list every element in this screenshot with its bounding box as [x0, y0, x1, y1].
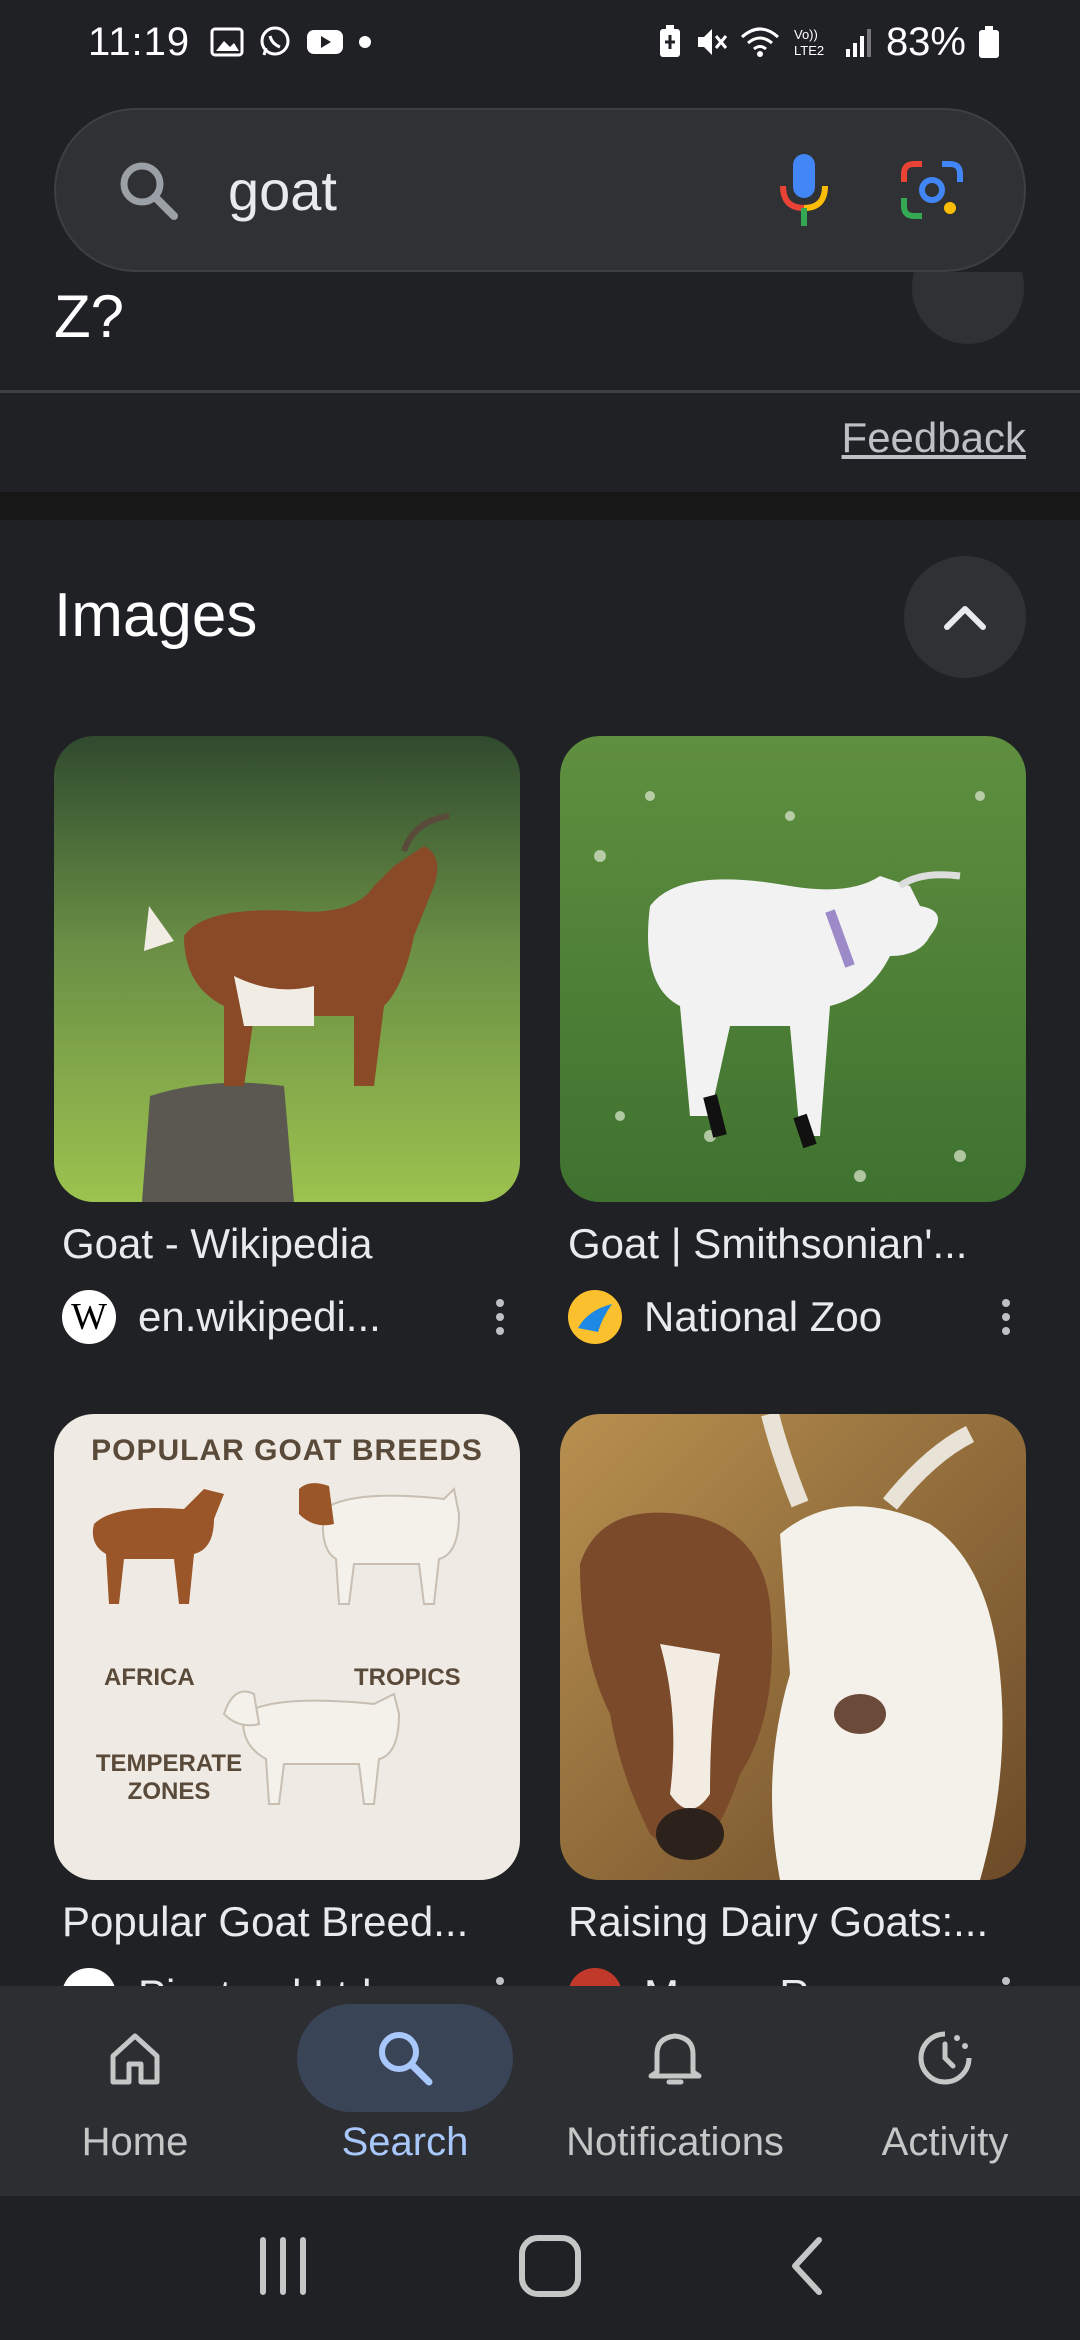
nav-notifications[interactable]: Notifications: [540, 1986, 810, 2196]
nav-activity-label: Activity: [881, 2120, 1009, 2164]
more-options-icon[interactable]: [986, 1299, 1026, 1335]
back-icon[interactable]: [787, 2234, 827, 2303]
goat-wikipedia-thumbnail[interactable]: [54, 736, 520, 1202]
collapse-images-button[interactable]: [904, 556, 1026, 678]
infographic-label-temperate: TEMPERATE ZONES: [95, 1750, 243, 1805]
nav-home-label: Home: [81, 2120, 189, 2164]
divider: [0, 390, 1080, 393]
image-result-title[interactable]: Popular Goat Breed...: [54, 1898, 520, 1946]
goat-smithsonian-thumbnail[interactable]: [560, 736, 1026, 1202]
dairy-goats-thumbnail[interactable]: [560, 1414, 1026, 1880]
home-button-icon[interactable]: [518, 2234, 582, 2303]
expand-button[interactable]: [912, 272, 1024, 344]
image-result-card[interactable]: Goat - Wikipedia W en.wikipedi...: [54, 736, 520, 1344]
system-icons: Vo)) LTE2 83%: [658, 20, 1000, 65]
whatsapp-icon: [258, 25, 292, 59]
image-result-source: National Zoo: [560, 1290, 1026, 1344]
infographic: POPULAR GOAT BREEDS AFRICA TROPICS TEMPE…: [54, 1414, 520, 1880]
infographic-label-africa: AFRICA: [104, 1664, 195, 1691]
nav-search[interactable]: Search: [270, 1986, 540, 2196]
home-icon: [110, 2033, 160, 2085]
wifi-icon: [740, 25, 780, 59]
nav-activity[interactable]: Activity: [810, 1986, 1080, 2196]
battery-icon: [978, 25, 1000, 59]
search-input[interactable]: goat: [228, 158, 778, 223]
battery-percent: 83%: [885, 19, 966, 64]
nav-home[interactable]: Home: [0, 1986, 270, 2196]
truncated-question-text: Z?: [54, 283, 125, 350]
national-zoo-icon: [568, 1290, 622, 1344]
image-result-card[interactable]: Goat | Smithsonian'... National Zoo: [560, 736, 1026, 1344]
mic-icon[interactable]: [778, 152, 830, 228]
search-icon: [379, 2032, 433, 2086]
nav-search-label: Search: [341, 2120, 469, 2164]
nav-notifications-label: Notifications: [566, 2120, 784, 2164]
svg-text:LTE2: LTE2: [794, 43, 824, 58]
section-separator: [0, 492, 1080, 520]
source-name: National Zoo: [644, 1293, 883, 1340]
notification-icons: [210, 25, 372, 59]
previous-section-fragment: Z?: [0, 272, 1080, 392]
dot-icon: [358, 35, 372, 49]
mute-icon: [694, 25, 728, 59]
search-bar[interactable]: goat: [54, 108, 1026, 272]
image-result-card[interactable]: Raising Dairy Goats:... Mosca Ro...: [560, 1414, 1026, 2022]
image-result-source: W en.wikipedi...: [54, 1290, 520, 1344]
nav-activity-pill: [837, 2004, 1053, 2112]
more-options-icon[interactable]: [480, 1299, 520, 1335]
recents-icon[interactable]: [253, 2236, 313, 2301]
system-navigation-bar: [0, 2196, 1080, 2340]
image-result-title[interactable]: Goat | Smithsonian'...: [560, 1220, 1026, 1268]
feedback-link[interactable]: Feedback: [842, 414, 1026, 462]
svg-text:Vo)): Vo)): [794, 27, 818, 42]
lte-icon: Vo)) LTE2: [792, 25, 832, 59]
search-icon: [116, 158, 180, 222]
nav-search-pill: [297, 2004, 513, 2112]
signal-icon: [844, 25, 874, 59]
status-time: 11:19: [88, 19, 191, 64]
lens-icon[interactable]: [900, 158, 964, 222]
bell-icon: [648, 2033, 702, 2085]
gallery-icon: [210, 27, 244, 57]
image-result-title[interactable]: Raising Dairy Goats:...: [560, 1898, 1026, 1946]
images-section-title: Images: [54, 581, 258, 650]
chevron-up-icon: [944, 606, 986, 630]
wikipedia-icon: W: [62, 1290, 116, 1344]
battery-saver-icon: [658, 25, 682, 59]
source-name: en.wikipedi...: [138, 1293, 381, 1340]
nav-home-pill: [27, 2004, 243, 2112]
bottom-navigation: Home Search Notifications Activity: [0, 1986, 1080, 2196]
image-result-card[interactable]: POPULAR GOAT BREEDS AFRICA TROPICS TEMPE…: [54, 1414, 520, 2022]
infographic-label-tropics: TROPICS: [354, 1664, 461, 1691]
activity-icon: [918, 2031, 972, 2085]
goat-breeds-thumbnail[interactable]: POPULAR GOAT BREEDS AFRICA TROPICS TEMPE…: [54, 1414, 520, 1880]
youtube-icon: [306, 28, 344, 56]
image-result-title[interactable]: Goat - Wikipedia: [54, 1220, 520, 1268]
status-bar: 11:19 Vo)) LTE2 83%: [0, 0, 1080, 84]
nav-notifications-pill: [567, 2004, 783, 2112]
